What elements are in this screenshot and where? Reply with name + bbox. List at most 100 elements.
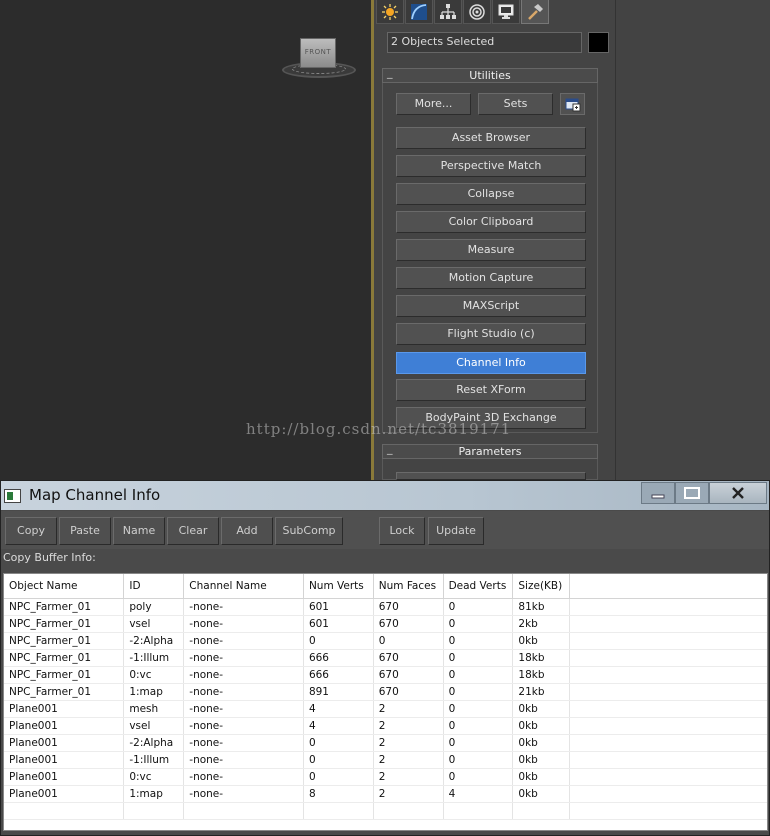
close-button[interactable] (709, 482, 767, 504)
cell-filler (569, 768, 767, 786)
table-row[interactable]: Plane001 1:map -none- 8 2 4 0kb (4, 785, 767, 803)
viewcube[interactable]: FRONT (300, 38, 336, 68)
cell-num-verts: 4 (303, 700, 374, 718)
perspective-match-button[interactable]: Perspective Match (396, 155, 586, 177)
channel-info-table[interactable]: Object Name ID Channel Name Num Verts Nu… (3, 573, 768, 831)
rollout-collapse-icon: _ (387, 442, 393, 455)
update-button[interactable]: Update (428, 517, 484, 545)
flight-studio-button[interactable]: Flight Studio (c) (396, 323, 586, 345)
table-row[interactable]: Plane001 mesh -none- 4 2 0 0kb (4, 700, 767, 718)
table-row[interactable]: NPC_Farmer_01 0:vc -none- 666 670 0 18kb (4, 666, 767, 684)
cell-filler (569, 683, 767, 701)
rollout-collapse-icon: _ (387, 66, 393, 79)
cell-num-faces: 670 (373, 666, 444, 684)
collapse-button[interactable]: Collapse (396, 183, 586, 205)
cell-filler (569, 717, 767, 735)
table-row[interactable]: NPC_Farmer_01 poly -none- 601 670 0 81kb (4, 598, 767, 616)
table-row[interactable]: Plane001 vsel -none- 4 2 0 0kb (4, 717, 767, 735)
cell-dead-verts: 0 (443, 717, 514, 735)
table-row[interactable]: Plane001 -1:Illum -none- 0 2 0 0kb (4, 751, 767, 769)
selection-name-field[interactable]: 2 Objects Selected (387, 32, 582, 53)
cell-object-name: Plane001 (4, 717, 125, 735)
cell-id: 1:map (123, 683, 185, 701)
parameters-rollout-header[interactable]: _ Parameters (382, 442, 598, 459)
table-row[interactable]: NPC_Farmer_01 -2:Alpha -none- 0 0 0 0kb (4, 632, 767, 650)
cell-filler (569, 700, 767, 718)
maxscript-button[interactable]: MAXScript (396, 295, 586, 317)
display-tab[interactable] (492, 0, 520, 24)
clear-button[interactable]: Clear (167, 517, 219, 545)
column-header-channel-name[interactable]: Channel Name (183, 574, 304, 599)
column-header-object-name[interactable]: Object Name (4, 574, 125, 599)
table-row[interactable]: Plane001 0:vc -none- 0 2 0 0kb (4, 768, 767, 786)
cell-num-verts: 0 (303, 751, 374, 769)
utilities-rollout-title: Utilities (469, 69, 511, 82)
viewport[interactable]: FRONT (0, 0, 372, 480)
cell-num-faces: 2 (373, 700, 444, 718)
asset-browser-button[interactable]: Asset Browser (396, 127, 586, 149)
table-row[interactable]: NPC_Farmer_01 1:map -none- 891 670 0 21kb (4, 683, 767, 701)
cell-filler (569, 666, 767, 684)
color-clipboard-button[interactable]: Color Clipboard (396, 211, 586, 233)
maximize-button[interactable] (675, 482, 709, 504)
subcomp-button[interactable]: SubComp (275, 517, 343, 545)
cell-filler (569, 785, 767, 803)
column-header-size[interactable]: Size(KB) (512, 574, 571, 599)
parameters-channel-info-button[interactable] (396, 472, 586, 480)
configure-sets-icon (565, 98, 580, 112)
configure-button-sets[interactable] (560, 93, 585, 115)
sets-button[interactable]: Sets (478, 93, 553, 115)
cell-object-name: NPC_Farmer_01 (4, 598, 125, 616)
more-button[interactable]: More... (396, 93, 471, 115)
cell-num-verts: 601 (303, 598, 374, 616)
lock-button[interactable]: Lock (379, 517, 425, 545)
copy-button[interactable]: Copy (5, 517, 57, 545)
cell-size: 0kb (512, 734, 571, 752)
cell-id: -1:Illum (123, 649, 185, 667)
cell-dead-verts: 0 (443, 734, 514, 752)
cell-dead-verts: 0 (443, 615, 514, 633)
cell-id: 0:vc (123, 768, 185, 786)
table-row[interactable]: NPC_Farmer_01 -1:Illum -none- 666 670 0 18kb (4, 649, 767, 667)
utilities-tab[interactable] (521, 0, 549, 24)
motion-tab[interactable] (463, 0, 491, 24)
cell-filler (569, 734, 767, 752)
name-button[interactable]: Name (113, 517, 165, 545)
hammer-icon (528, 3, 543, 20)
create-tab[interactable] (376, 0, 404, 24)
table-row[interactable]: Plane001 -2:Alpha -none- 0 2 0 0kb (4, 734, 767, 752)
cell-num-verts: 4 (303, 717, 374, 735)
dialog-toolbar: Copy Paste Name Clear Add SubComp Lock U… (1, 511, 769, 549)
motion-capture-button[interactable]: Motion Capture (396, 267, 586, 289)
paste-button[interactable]: Paste (59, 517, 111, 545)
utilities-rollout-header[interactable]: _ Utilities (382, 66, 598, 83)
cell-channel-name: -none- (183, 649, 304, 667)
cell-size: 0kb (512, 751, 571, 769)
column-header-num-verts[interactable]: Num Verts (303, 574, 374, 599)
hierarchy-tab[interactable] (434, 0, 462, 24)
cell-id: -2:Alpha (123, 734, 185, 752)
cell-size: 0kb (512, 768, 571, 786)
object-color-swatch[interactable] (588, 32, 609, 53)
reset-xform-button[interactable]: Reset XForm (396, 379, 586, 401)
cell-filler (569, 615, 767, 633)
measure-button[interactable]: Measure (396, 239, 586, 261)
curve-icon (411, 3, 427, 20)
parameters-rollout-title: Parameters (458, 445, 522, 458)
command-panel-tabs (376, 0, 550, 24)
column-header-num-faces[interactable]: Num Faces (373, 574, 444, 599)
cell-object-name: NPC_Farmer_01 (4, 649, 125, 667)
table-row[interactable]: NPC_Farmer_01 vsel -none- 601 670 0 2kb (4, 615, 767, 633)
channel-info-button[interactable]: Channel Info (396, 352, 586, 374)
column-header-id[interactable]: ID (123, 574, 185, 599)
modify-tab[interactable] (405, 0, 433, 24)
cell-channel-name: -none- (183, 632, 304, 650)
cell-size: 0kb (512, 700, 571, 718)
minimize-button[interactable] (641, 482, 675, 504)
cell-num-verts: 0 (303, 734, 374, 752)
add-button[interactable]: Add (221, 517, 273, 545)
cell-size: 0kb (512, 785, 571, 803)
column-header-dead-verts[interactable]: Dead Verts (443, 574, 514, 599)
cell-dead-verts: 0 (443, 768, 514, 786)
dialog-titlebar[interactable]: Map Channel Info (1, 481, 769, 510)
